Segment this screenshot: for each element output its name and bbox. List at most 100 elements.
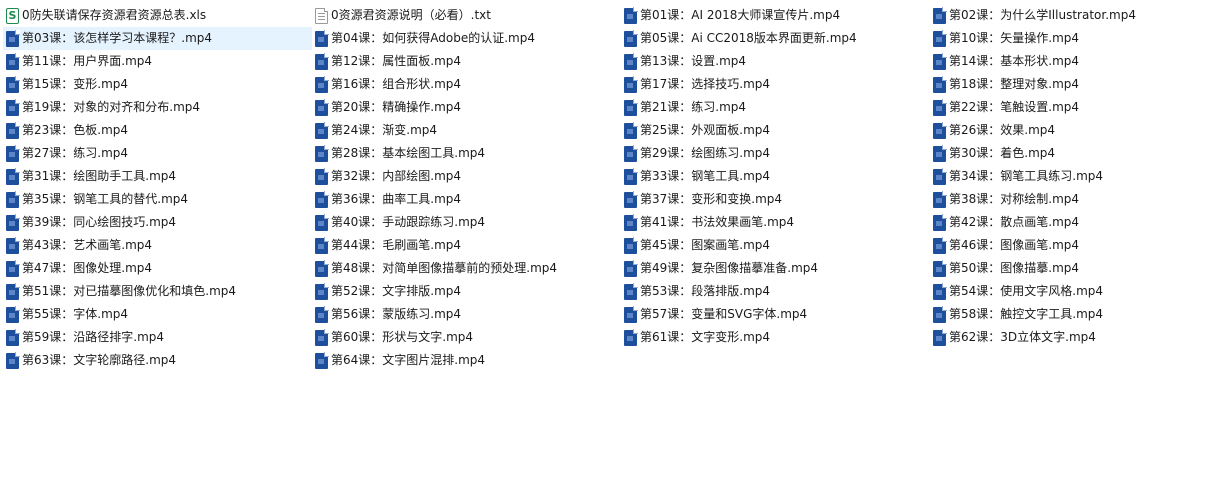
video-file-icon	[624, 190, 638, 208]
file-item[interactable]: 第02课：为什么学Illustrator.mp4	[930, 4, 1208, 27]
file-item[interactable]: 第52课：文字排版.mp4	[312, 280, 621, 303]
file-item[interactable]: 第38课：对称绘制.mp4	[930, 188, 1208, 211]
file-item[interactable]: 第44课：毛刷画笔.mp4	[312, 234, 621, 257]
file-item[interactable]: 第50课：图像描摹.mp4	[930, 257, 1208, 280]
file-name: 第27课：练习.mp4	[22, 146, 129, 160]
file-item[interactable]: 第40课：手动跟踪练习.mp4	[312, 211, 621, 234]
file-item[interactable]: 第19课：对象的对齐和分布.mp4	[3, 96, 312, 119]
video-file-icon	[933, 328, 947, 346]
file-item[interactable]: 第28课：基本绘图工具.mp4	[312, 142, 621, 165]
file-item[interactable]: 第29课：绘图练习.mp4	[621, 142, 930, 165]
file-item[interactable]: 第22课：笔触设置.mp4	[930, 96, 1208, 119]
file-name: 第50课：图像描摹.mp4	[949, 261, 1080, 275]
file-item[interactable]: 第13课：设置.mp4	[621, 50, 930, 73]
file-name: 第24课：渐变.mp4	[331, 123, 438, 137]
file-item[interactable]: 第35课：钢笔工具的替代.mp4	[3, 188, 312, 211]
file-name: 第21课：练习.mp4	[640, 100, 747, 114]
file-item[interactable]: 第48课：对简单图像描摹前的预处理.mp4	[312, 257, 621, 280]
file-item[interactable]: 第41课：书法效果画笔.mp4	[621, 211, 930, 234]
file-item[interactable]: 第47课：图像处理.mp4	[3, 257, 312, 280]
file-name: 第40课：手动跟踪练习.mp4	[331, 215, 486, 229]
spreadsheet-file-icon: S	[6, 7, 19, 24]
file-item[interactable]: 第46课：图像画笔.mp4	[930, 234, 1208, 257]
file-item[interactable]: 第14课：基本形状.mp4	[930, 50, 1208, 73]
file-item[interactable]: 第32课：内部绘图.mp4	[312, 165, 621, 188]
file-item[interactable]: 第60课：形状与文字.mp4	[312, 326, 621, 349]
file-item[interactable]: 第17课：选择技巧.mp4	[621, 73, 930, 96]
video-file-icon	[933, 29, 947, 47]
file-item[interactable]: 第37课：变形和变换.mp4	[621, 188, 930, 211]
file-item[interactable]: 第63课：文字轮廓路径.mp4	[3, 349, 312, 372]
file-name: 第18课：整理对象.mp4	[949, 77, 1080, 91]
file-name: 第44课：毛刷画笔.mp4	[331, 238, 462, 252]
file-name: 第59课：沿路径排字.mp4	[22, 330, 165, 344]
video-file-icon	[6, 144, 20, 162]
file-item[interactable]: 第26课：效果.mp4	[930, 119, 1208, 142]
file-item[interactable]: 第54课：使用文字风格.mp4	[930, 280, 1208, 303]
video-file-icon	[933, 167, 947, 185]
file-item[interactable]: 第43课：艺术画笔.mp4	[3, 234, 312, 257]
file-item[interactable]: 第16课：组合形状.mp4	[312, 73, 621, 96]
video-file-icon	[624, 167, 638, 185]
file-item[interactable]: 第24课：渐变.mp4	[312, 119, 621, 142]
video-file-icon	[315, 259, 329, 277]
file-item[interactable]: 第34课：钢笔工具练习.mp4	[930, 165, 1208, 188]
file-name: 第26课：效果.mp4	[949, 123, 1056, 137]
file-item[interactable]: 第04课：如何获得Adobe的认证.mp4	[312, 27, 621, 50]
file-item[interactable]: 第33课：钢笔工具.mp4	[621, 165, 930, 188]
file-item[interactable]: 第11课：用户界面.mp4	[3, 50, 312, 73]
file-item[interactable]: 第30课：着色.mp4	[930, 142, 1208, 165]
file-item[interactable]: 第55课：字体.mp4	[3, 303, 312, 326]
file-item[interactable]: 第10课：矢量操作.mp4	[930, 27, 1208, 50]
file-item[interactable]: 第51课：对已描摹图像优化和填色.mp4	[3, 280, 312, 303]
file-name: 第02课：为什么学Illustrator.mp4	[949, 8, 1136, 22]
file-item[interactable]: 第45课：图案画笔.mp4	[621, 234, 930, 257]
file-name: 0资源君资源说明（必看）.txt	[331, 8, 491, 22]
file-item[interactable]: 第56课：蒙版练习.mp4	[312, 303, 621, 326]
file-item[interactable]: 0资源君资源说明（必看）.txt	[312, 4, 621, 27]
video-file-icon	[315, 75, 329, 93]
file-item[interactable]: 第23课：色板.mp4	[3, 119, 312, 142]
file-item[interactable]: 第39课：同心绘图技巧.mp4	[3, 211, 312, 234]
video-file-icon	[6, 213, 20, 231]
file-item[interactable]: 第58课：触控文字工具.mp4	[930, 303, 1208, 326]
file-item[interactable]: 第64课：文字图片混排.mp4	[312, 349, 621, 372]
file-item[interactable]: 第49课：复杂图像描摹准备.mp4	[621, 257, 930, 280]
file-item[interactable]: 第31课：绘图助手工具.mp4	[3, 165, 312, 188]
file-item[interactable]: 第03课：该怎样学习本课程？.mp4	[3, 27, 312, 50]
file-item[interactable]: 第42课：散点画笔.mp4	[930, 211, 1208, 234]
file-name: 第33课：钢笔工具.mp4	[640, 169, 771, 183]
file-item[interactable]: 第27课：练习.mp4	[3, 142, 312, 165]
file-item[interactable]: 第18课：整理对象.mp4	[930, 73, 1208, 96]
file-item[interactable]: 第62课：3D立体文字.mp4	[930, 326, 1208, 349]
file-name: 第47课：图像处理.mp4	[22, 261, 153, 275]
file-item[interactable]: 第36课：曲率工具.mp4	[312, 188, 621, 211]
video-file-icon	[6, 75, 20, 93]
file-item[interactable]: 第01课：AI 2018大师课宣传片.mp4	[621, 4, 930, 27]
file-item[interactable]: 第57课：变量和SVG字体.mp4	[621, 303, 930, 326]
file-item[interactable]: 第25课：外观面板.mp4	[621, 119, 930, 142]
file-item[interactable]: S 0防失联请保存资源君资源总表.xls	[3, 4, 312, 27]
video-file-icon	[624, 259, 638, 277]
file-item[interactable]: 第61课：文字变形.mp4	[621, 326, 930, 349]
file-item[interactable]: 第21课：练习.mp4	[621, 96, 930, 119]
video-file-icon	[624, 213, 638, 231]
file-name: 第03课：该怎样学习本课程？.mp4	[22, 31, 213, 45]
file-name: 第55课：字体.mp4	[22, 307, 129, 321]
file-item[interactable]: 第53课：段落排版.mp4	[621, 280, 930, 303]
file-list: S 0防失联请保存资源君资源总表.xls 0资源君资源说明（必看）.txt 第01课：…	[3, 4, 1208, 372]
file-name: 第42课：散点画笔.mp4	[949, 215, 1080, 229]
video-file-icon	[6, 236, 20, 254]
file-item[interactable]: 第05课：Ai CC2018版本界面更新.mp4	[621, 27, 930, 50]
video-file-icon	[315, 305, 329, 323]
video-file-icon	[624, 75, 638, 93]
file-item[interactable]: 第15课：变形.mp4	[3, 73, 312, 96]
video-file-icon	[933, 305, 947, 323]
file-item[interactable]: 第59课：沿路径排字.mp4	[3, 326, 312, 349]
file-name: 第62课：3D立体文字.mp4	[949, 330, 1096, 344]
video-file-icon	[933, 121, 947, 139]
video-file-icon	[6, 190, 20, 208]
file-item[interactable]: 第12课：属性面板.mp4	[312, 50, 621, 73]
file-name: 第37课：变形和变换.mp4	[640, 192, 783, 206]
file-item[interactable]: 第20课：精确操作.mp4	[312, 96, 621, 119]
